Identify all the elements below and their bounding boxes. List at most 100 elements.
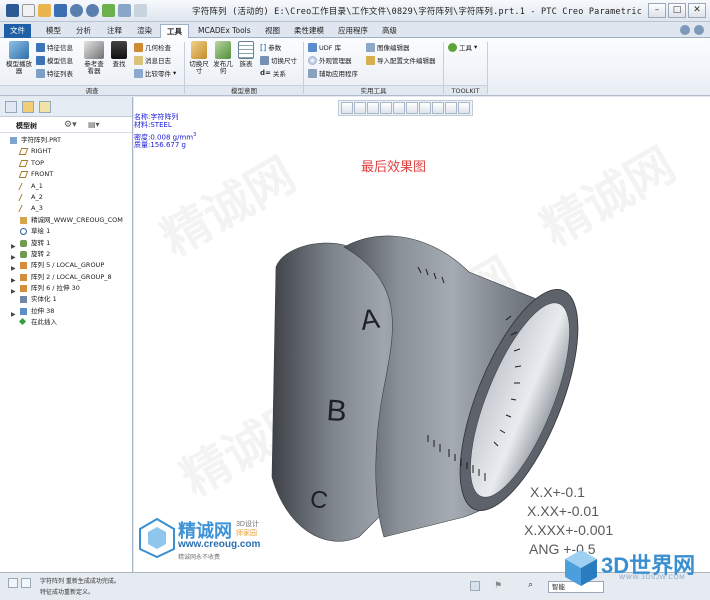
tree-item[interactable]: A_3 [0,203,132,214]
tree-item[interactable]: A_2 [0,192,132,203]
tree-item[interactable]: 精诚网_WWW_CREOUG_COM [0,215,132,226]
tab-mcadex-tools[interactable]: MCADEx Tools [192,24,257,38]
app-icon[interactable] [6,4,19,17]
image-editor-button[interactable]: 图像编辑器 [366,42,410,52]
tab-advanced[interactable]: 高级 [376,24,403,38]
udf-library-button[interactable]: UDF 库 [308,42,341,52]
creoug-slogan-text: 精诚网永不收费 [178,555,221,561]
tree-item[interactable]: ▶ 阵列 6 / 拉伸 30 [0,283,132,295]
relations-button[interactable]: d= 关系 [260,68,286,78]
toggle-dims-button[interactable]: 切换尺寸 [260,55,297,65]
tolerance-xx: X.XX+-0.01 [527,503,599,519]
tree-item[interactable]: 实体化 1 [0,294,132,305]
parameters-button[interactable]: [] 参数 [260,42,281,53]
appearance-manager-button[interactable]: 外观管理器 [308,55,352,65]
part-3d-model[interactable]: 精诚网 精诚网 精诚网 精诚网 A B C [134,97,710,572]
folder-browser-tab-icon[interactable] [22,101,34,113]
tree-item[interactable]: ▶ 旋转 2 [0,249,132,261]
group-label-utilities[interactable]: 实用工具 [304,85,443,95]
tab-flexible-modeling[interactable]: 柔性建模 [288,24,330,38]
revolve-icon [20,239,27,247]
switch-dims-button[interactable]: 切换尺寸 [188,41,210,75]
axis-icon [18,205,25,213]
show-icon[interactable]: ▤▾ [88,120,100,129]
tree-item[interactable]: RIGHT [0,146,132,157]
info-icon [36,55,45,65]
favorites-tab-icon[interactable] [39,101,51,113]
message-log-button[interactable]: 消息日志 [134,55,171,65]
tree-item[interactable]: TOP [0,158,132,169]
group-label-model-intent[interactable]: 模型意图 [185,85,303,95]
tree-item[interactable]: ▶ 阵列 5 / LOCAL_GROUP [0,260,132,272]
graphics-window[interactable]: 名称:字符阵列 材料:STEEL 密度:0.008 g/mm3 质量:156.6… [134,97,710,572]
import-config-editor-button[interactable]: 导入配置文件编辑器 [366,55,436,65]
tree-item[interactable]: ▶ 阵列 2 / LOCAL_GROUP_8 [0,272,132,284]
tree-item-label: A_2 [31,192,43,201]
tree-item[interactable]: A_1 [0,181,132,192]
switch-dims-icon [191,41,207,59]
tree-item[interactable]: 在此插入 [0,317,132,328]
model-tree-tab-icon[interactable] [5,101,17,113]
pattern-icon [20,262,27,270]
feature-info-button[interactable]: 特征信息 [36,42,73,52]
tree-item-label: 阵列 5 / LOCAL_GROUP [31,261,105,270]
flag-icon[interactable]: ⚑ [494,581,502,591]
publish-geom-button[interactable]: 发布几何 [212,41,234,75]
group-label-investigate[interactable]: 调查 [0,85,184,95]
revolve-icon [20,250,27,258]
tab-view[interactable]: 视图 [259,24,286,38]
geometry-check-icon [134,42,143,52]
undo-icon[interactable] [70,4,83,17]
tree-item[interactable]: 字符阵列.PRT [0,135,132,146]
tools-dropdown[interactable]: 工具 ▾ [448,42,477,52]
model-info-button[interactable]: 模型信息 [36,55,73,65]
tab-render[interactable]: 渲染 [131,24,158,38]
tree-item[interactable]: 草绘 1 [0,226,132,237]
list-icon [36,68,45,78]
tab-analysis[interactable]: 分析 [70,24,97,38]
redo-icon[interactable] [86,4,99,17]
tree-item-label: 拉伸 38 [31,306,55,315]
windows-icon[interactable] [118,4,131,17]
tab-file[interactable]: 文件 [4,24,31,38]
find-status-icon[interactable]: ⌕ [528,580,533,590]
family-table-button[interactable]: 族表 [236,41,256,68]
3dsjw-watermark-logo: 3D世界网 WWW.3DSJW.COM [563,546,703,594]
tab-annotate[interactable]: 注释 [101,24,128,38]
browser-toggle-icon[interactable] [21,578,31,588]
close-window-icon[interactable] [134,4,147,17]
navigator-toggle-icon[interactable] [8,578,18,588]
geometry-check-button[interactable]: 几何检查 [134,42,171,52]
save-icon[interactable] [54,4,67,17]
tab-applications[interactable]: 应用程序 [332,24,374,38]
settings-icon[interactable]: ⚙▾ [64,120,77,130]
tree-item-label: TOP [31,158,45,167]
status-message-2: 特征成功重新定义。 [40,589,95,596]
help-icon[interactable] [694,25,704,35]
maximize-button[interactable]: □ [668,3,686,18]
new-icon[interactable] [22,4,35,17]
close-button[interactable]: ✕ [688,3,706,18]
tree-item[interactable]: FRONT [0,169,132,180]
minimize-button[interactable]: – [648,3,666,18]
tools-icon [448,42,457,52]
navigator-tabs [0,97,132,117]
collapse-ribbon-icon[interactable] [680,25,690,35]
feature-list-button[interactable]: 特征列表 [36,68,73,78]
tab-model[interactable]: 模型 [40,24,67,38]
tab-tools[interactable]: 工具 [160,24,189,38]
regen-status-icon[interactable] [470,581,480,591]
model-player-button[interactable]: 模型播放器 [4,41,34,75]
reference-viewer-button[interactable]: 参考查看器 [82,41,106,75]
creoug-sub2-text: 师家园 [236,530,257,537]
tree-item[interactable]: ▶ 拉伸 38 [0,306,132,318]
auxiliary-app-button[interactable]: 辅助应用程序 [308,68,358,78]
reference-viewer-icon [84,41,104,59]
tree-item[interactable]: ▶ 旋转 1 [0,238,132,250]
open-icon[interactable] [38,4,51,17]
compare-part-button[interactable]: 比较零件 ▾ [134,68,176,78]
creoug-watermark-logo: 精诚网 3D设计 师家园 www.creoug.com 精诚网永不收费 [138,517,298,565]
regenerate-icon[interactable] [102,4,115,17]
datum-plane-icon [18,159,29,167]
find-button[interactable]: 查找 [108,41,130,68]
